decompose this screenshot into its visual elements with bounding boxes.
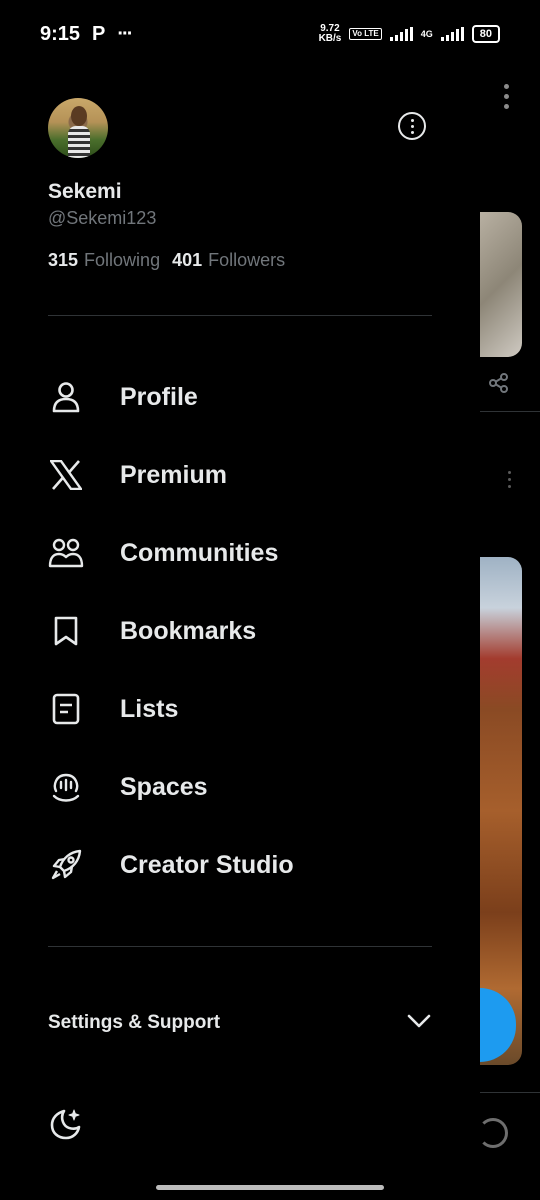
home-indicator[interactable] bbox=[156, 1185, 384, 1190]
status-left: 9:15 P ··· bbox=[40, 22, 133, 46]
post-more-icon[interactable] bbox=[508, 471, 511, 488]
drawer-menu: Profile Premium Communities Bookmarks Li… bbox=[0, 358, 480, 904]
user-handle[interactable]: @Sekemi123 bbox=[48, 208, 156, 229]
chevron-down-icon bbox=[406, 1013, 432, 1034]
navigation-drawer: Sekemi @Sekemi123 315 Following 401 Foll… bbox=[0, 68, 480, 1200]
moon-icon bbox=[48, 1109, 84, 1146]
display-name[interactable]: Sekemi bbox=[48, 180, 122, 204]
divider bbox=[480, 411, 540, 412]
menu-item-lists[interactable]: Lists bbox=[0, 670, 480, 748]
following-label: Following bbox=[84, 250, 161, 270]
bookmark-icon bbox=[48, 613, 84, 649]
clock: 9:15 bbox=[40, 22, 81, 45]
signal-icon bbox=[389, 27, 413, 41]
communities-icon bbox=[48, 535, 84, 571]
signal-icon-2 bbox=[440, 27, 464, 41]
followers-count: 401 bbox=[172, 250, 203, 270]
more-notifications-icon: ··· bbox=[117, 22, 133, 45]
follow-stats: 315 Following 401 Followers bbox=[48, 250, 285, 271]
following-link[interactable]: 315 Following bbox=[48, 250, 160, 271]
divider bbox=[48, 946, 432, 947]
avatar[interactable] bbox=[48, 98, 108, 158]
menu-item-premium[interactable]: Premium bbox=[0, 436, 480, 514]
rocket-icon bbox=[48, 847, 84, 883]
post-image[interactable] bbox=[480, 212, 522, 357]
status-right: 9.72 KB/s Vo LTE 4G 80 bbox=[319, 24, 500, 44]
timeline-peek[interactable] bbox=[480, 68, 540, 1200]
share-icon[interactable] bbox=[488, 372, 510, 399]
network-speed: 9.72 KB/s bbox=[318, 23, 342, 44]
volte-icon: Vo LTE bbox=[349, 28, 382, 40]
following-count: 315 bbox=[48, 250, 79, 270]
menu-item-bookmarks[interactable]: Bookmarks bbox=[0, 592, 480, 670]
battery-icon: 80 bbox=[471, 25, 500, 43]
spaces-icon bbox=[48, 769, 84, 805]
x-logo-icon bbox=[48, 457, 84, 493]
overflow-menu-icon[interactable] bbox=[504, 84, 509, 109]
divider bbox=[480, 1092, 540, 1093]
followers-label: Followers bbox=[208, 250, 286, 270]
followers-link[interactable]: 401 Followers bbox=[172, 250, 285, 271]
divider bbox=[48, 315, 432, 316]
menu-item-communities[interactable]: Communities bbox=[0, 514, 480, 592]
menu-item-spaces[interactable]: Spaces bbox=[0, 748, 480, 826]
settings-support-toggle[interactable]: Settings & Support bbox=[48, 1012, 432, 1034]
network-type: 4G bbox=[420, 28, 433, 39]
menu-item-creator-studio[interactable]: Creator Studio bbox=[0, 826, 480, 904]
menu-item-profile[interactable]: Profile bbox=[0, 358, 480, 436]
account-more-button[interactable] bbox=[398, 112, 426, 140]
loading-spinner-icon bbox=[480, 1118, 508, 1148]
person-icon bbox=[48, 379, 84, 415]
list-icon bbox=[48, 691, 84, 727]
settings-support-label: Settings & Support bbox=[48, 1012, 221, 1033]
status-bar: 9:15 P ··· 9.72 KB/s Vo LTE 4G 80 bbox=[0, 0, 540, 68]
app-notification-icon: P bbox=[92, 22, 106, 45]
night-mode-button[interactable] bbox=[48, 1106, 84, 1142]
